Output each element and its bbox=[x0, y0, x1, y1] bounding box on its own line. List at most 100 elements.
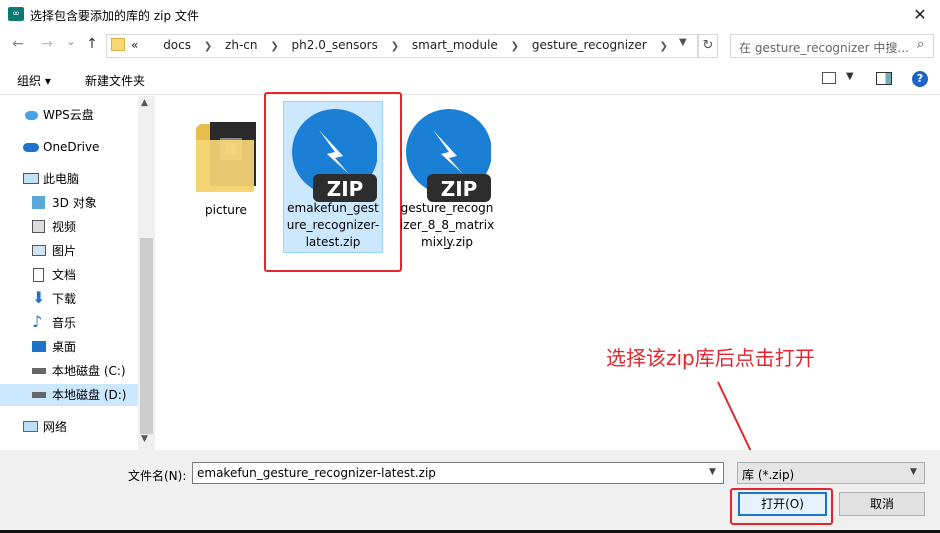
sidebar-item-label: 本地磁盘 (C:) bbox=[52, 364, 126, 378]
refresh-button[interactable]: ↻ bbox=[698, 34, 718, 58]
window-title: 选择包含要添加的库的 zip 文件 bbox=[30, 9, 199, 23]
view-options-icon[interactable] bbox=[822, 72, 836, 84]
sidebar-item-drive-c[interactable]: 本地磁盘 (C:) bbox=[0, 360, 138, 382]
chevron-right-icon[interactable]: ❯ bbox=[270, 41, 278, 52]
scroll-down-icon[interactable]: ▼ bbox=[141, 434, 148, 444]
divider bbox=[0, 94, 940, 95]
file-name: picture bbox=[205, 203, 247, 217]
sidebar-item-label: 3D 对象 bbox=[52, 196, 97, 210]
picture-icon bbox=[32, 245, 46, 256]
folder-icon bbox=[196, 122, 256, 192]
back-arrow-icon[interactable]: ← bbox=[9, 36, 27, 52]
sidebar-item-label: 网络 bbox=[43, 420, 68, 434]
file-name-line: mixly.zip bbox=[421, 235, 473, 249]
navigation-pane: WPS云盘 OneDrive 此电脑 3D 对象 视频 图片 文档 ⬇ 下载 ♪… bbox=[0, 96, 155, 450]
chevron-down-icon[interactable]: ▼ bbox=[679, 37, 687, 48]
filetype-select[interactable]: 库 (*.zip) ▼ bbox=[737, 462, 925, 484]
sidebar-item-desktop[interactable]: 桌面 bbox=[0, 336, 138, 358]
sidebar-item-3d-objects[interactable]: 3D 对象 bbox=[0, 192, 138, 214]
sidebar-item-label: 视频 bbox=[52, 220, 77, 234]
breadcrumb-item[interactable]: gesture_recognizer bbox=[532, 38, 647, 52]
chevron-right-icon bbox=[147, 41, 150, 52]
drive-icon bbox=[32, 392, 46, 398]
cancel-button[interactable]: 取消 bbox=[839, 492, 925, 516]
sidebar-item-label: 音乐 bbox=[52, 316, 77, 330]
chevron-down-icon[interactable]: ▼ bbox=[910, 467, 917, 477]
help-icon[interactable]: ? bbox=[912, 71, 928, 87]
file-item-gesture-zip[interactable]: ZIP gesture_recogn izer_8_8_matrix_ mixl… bbox=[398, 104, 496, 252]
zip-icon: ZIP bbox=[406, 109, 491, 202]
infinity-icon: ∞ bbox=[8, 7, 24, 21]
scroll-up-icon[interactable]: ▲ bbox=[141, 98, 148, 108]
computer-icon bbox=[23, 173, 39, 184]
up-arrow-icon[interactable]: ↑ bbox=[83, 36, 101, 52]
sidebar-item-label: 本地磁盘 (D:) bbox=[52, 388, 127, 402]
scrollbar-thumb[interactable] bbox=[140, 238, 153, 434]
sidebar-item-label: 图片 bbox=[52, 244, 77, 258]
annotation-box-open bbox=[730, 488, 833, 525]
sidebar-item-music[interactable]: ♪ 音乐 bbox=[0, 312, 138, 334]
close-button[interactable]: ✕ bbox=[905, 2, 935, 28]
desktop-icon bbox=[32, 341, 46, 352]
sidebar-item-pictures[interactable]: 图片 bbox=[0, 240, 138, 262]
sidebar-item-label: 文档 bbox=[52, 268, 77, 282]
sidebar-item-network[interactable]: 网络 bbox=[0, 416, 138, 438]
search-icon: ⌕ bbox=[917, 37, 925, 52]
breadcrumb-overflow[interactable]: « bbox=[131, 38, 138, 52]
video-icon bbox=[32, 220, 45, 233]
breadcrumb-item[interactable]: zh-cn bbox=[225, 38, 257, 52]
sidebar-item-label: 下载 bbox=[52, 292, 77, 306]
drive-icon bbox=[32, 368, 46, 374]
sidebar-item-this-pc[interactable]: 此电脑 bbox=[0, 168, 138, 190]
file-list: picture ZIP emakefun_gest ure_recognizer… bbox=[156, 92, 940, 450]
search-input[interactable]: 在 gesture_recognizer 中搜... ⌕ bbox=[730, 34, 934, 58]
annotation-box-file bbox=[264, 92, 402, 272]
sidebar-item-label: 桌面 bbox=[52, 340, 77, 354]
organize-menu[interactable]: 组织 ▾ bbox=[17, 72, 51, 89]
title-bar: ∞ 选择包含要添加的库的 zip 文件 ✕ bbox=[0, 0, 940, 30]
breadcrumb-item[interactable]: smart_module bbox=[412, 38, 498, 52]
sidebar-item-onedrive[interactable]: OneDrive bbox=[0, 136, 138, 158]
sidebar-scrollbar[interactable]: ▲ ▼ bbox=[138, 96, 155, 450]
recent-locations-chevron-icon[interactable]: ⌄ bbox=[62, 35, 80, 48]
command-bar: 组织 ▾ 新建文件夹 ▼ ? bbox=[0, 64, 940, 94]
sidebar-item-drive-d[interactable]: 本地磁盘 (D:) bbox=[0, 384, 138, 406]
filename-label: 文件名(N): bbox=[128, 469, 187, 483]
document-icon bbox=[33, 268, 44, 282]
chevron-right-icon[interactable]: ❯ bbox=[391, 41, 399, 52]
preview-pane-icon[interactable] bbox=[876, 72, 892, 85]
music-note-icon: ♪ bbox=[32, 312, 43, 331]
chevron-right-icon[interactable]: ❯ bbox=[659, 41, 667, 52]
chevron-right-icon[interactable]: ❯ bbox=[204, 41, 212, 52]
filename-panel: 文件名(N): emakefun_gesture_recognizer-late… bbox=[0, 450, 940, 533]
address-bar[interactable]: « docs ❯ zh-cn ❯ ph2.0_sensors ❯ smart_m… bbox=[106, 34, 698, 58]
sidebar-item-label: WPS云盘 bbox=[43, 108, 94, 122]
network-icon bbox=[23, 421, 38, 432]
sidebar-item-label: OneDrive bbox=[43, 140, 100, 154]
breadcrumb: « docs ❯ zh-cn ❯ ph2.0_sensors ❯ smart_m… bbox=[131, 38, 677, 52]
annotation-text: 选择该zip库后点击打开 bbox=[606, 346, 815, 370]
breadcrumb-item[interactable]: ph2.0_sensors bbox=[292, 38, 378, 52]
new-folder-button[interactable]: 新建文件夹 bbox=[85, 72, 145, 89]
sidebar-item-label: 此电脑 bbox=[43, 172, 80, 186]
sidebar-item-videos[interactable]: 视频 bbox=[0, 216, 138, 238]
chevron-down-icon[interactable]: ▼ bbox=[846, 71, 854, 82]
filename-input[interactable]: emakefun_gesture_recognizer-latest.zip ▼ bbox=[192, 462, 724, 484]
onedrive-cloud-icon bbox=[23, 143, 39, 152]
sidebar-item-wps-cloud[interactable]: WPS云盘 bbox=[0, 104, 138, 126]
breadcrumb-item[interactable]: docs bbox=[163, 38, 191, 52]
chevron-right-icon[interactable]: ❯ bbox=[511, 41, 519, 52]
cube-icon bbox=[32, 196, 45, 209]
file-item-picture[interactable]: picture bbox=[177, 110, 275, 220]
search-placeholder: 在 gesture_recognizer 中搜... bbox=[739, 41, 909, 55]
filename-value: emakefun_gesture_recognizer-latest.zip bbox=[197, 466, 436, 480]
folder-icon bbox=[111, 38, 125, 51]
filetype-value: 库 (*.zip) bbox=[742, 468, 795, 482]
download-arrow-icon: ⬇ bbox=[32, 288, 46, 307]
file-name-line: gesture_recogn bbox=[400, 201, 494, 215]
forward-arrow-icon[interactable]: → bbox=[38, 36, 56, 52]
sidebar-item-downloads[interactable]: ⬇ 下载 bbox=[0, 288, 138, 310]
zip-badge-text: ZIP bbox=[441, 177, 478, 201]
chevron-down-icon[interactable]: ▼ bbox=[709, 467, 716, 477]
sidebar-item-documents[interactable]: 文档 bbox=[0, 264, 138, 286]
